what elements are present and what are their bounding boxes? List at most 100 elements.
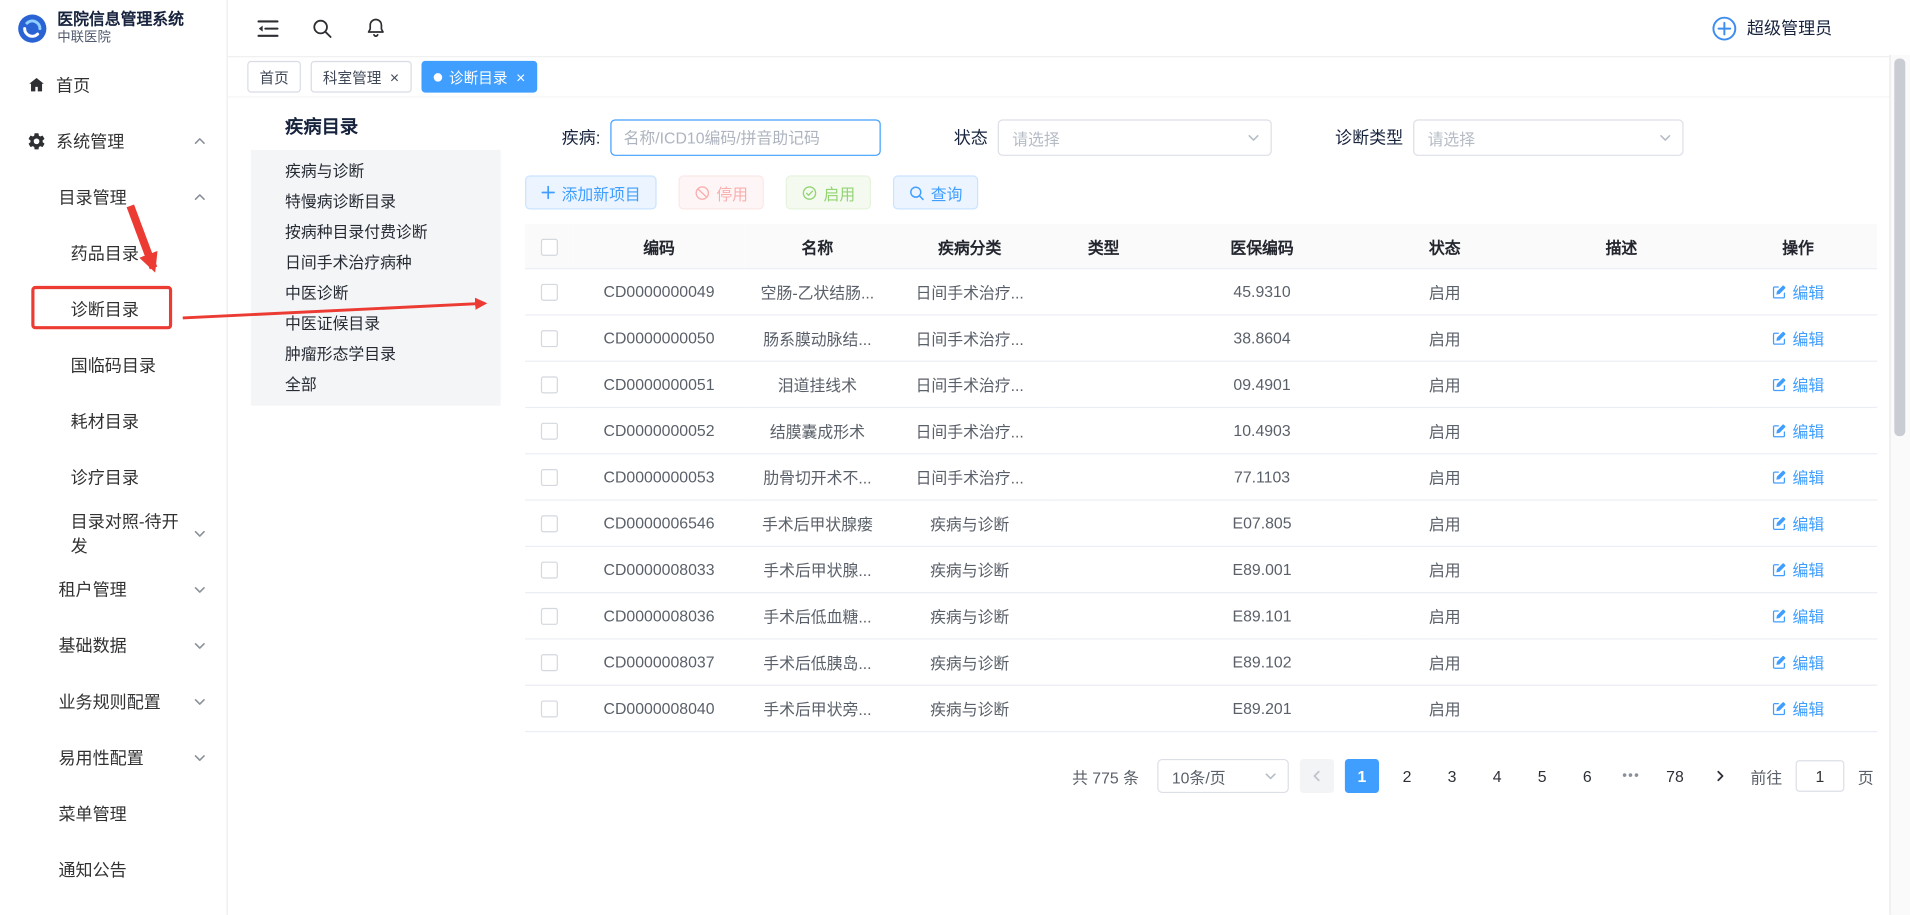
catalog-item[interactable]: 日间手术治疗病种: [251, 247, 501, 277]
next-page-button[interactable]: [1703, 759, 1737, 793]
status-cell: 启用: [1366, 500, 1524, 546]
edit-button[interactable]: 编辑: [1772, 280, 1824, 303]
edit-label: 编辑: [1793, 280, 1825, 303]
table-row: CD0000000053肋骨切开术不...日间手术治疗...77.1103启用编…: [525, 454, 1877, 500]
row-checkbox[interactable]: [541, 701, 558, 718]
edit-label: 编辑: [1793, 558, 1825, 581]
page-button[interactable]: 3: [1435, 759, 1469, 793]
sidebar-item-usability-config[interactable]: 易用性配置: [0, 730, 227, 786]
status-select[interactable]: 请选择: [998, 119, 1272, 156]
type-cell: [1049, 454, 1159, 500]
add-item-button[interactable]: 添加新项目: [525, 175, 657, 209]
row-checkbox[interactable]: [541, 469, 558, 486]
sidebar-item-tenant-management[interactable]: 租户管理: [0, 562, 227, 618]
disable-button[interactable]: 停用: [679, 175, 764, 209]
name-cell: 肠系膜动脉结...: [744, 315, 890, 361]
sidebar-item-home[interactable]: 首页: [0, 57, 227, 113]
sidebar-item-label: 目录管理: [58, 185, 126, 209]
edit-button[interactable]: 编辑: [1772, 373, 1824, 396]
description-cell: [1524, 315, 1719, 361]
table-row: CD0000008033手术后甲状腺...疾病与诊断E89.001启用编辑: [525, 546, 1877, 592]
sidebar-item-label: 国临码目录: [71, 353, 156, 377]
insurance-code-cell: E89.001: [1159, 546, 1366, 592]
row-checkbox[interactable]: [541, 377, 558, 394]
disease-search-input[interactable]: [610, 119, 880, 156]
page-button[interactable]: 4: [1480, 759, 1514, 793]
status-cell: 启用: [1366, 269, 1524, 315]
page-button[interactable]: 5: [1525, 759, 1559, 793]
diagnosis-type-select[interactable]: 请选择: [1413, 119, 1683, 156]
type-cell: [1049, 593, 1159, 639]
close-icon[interactable]: ×: [390, 69, 399, 85]
catalog-item[interactable]: 肿瘤形态学目录: [251, 339, 501, 369]
sidebar-item-menu-management[interactable]: 菜单管理: [0, 786, 227, 842]
sidebar-item-system-management[interactable]: 系统管理: [0, 113, 227, 169]
sidebar-item-diagnosis-catalog[interactable]: 诊断目录: [0, 281, 227, 337]
edit-button[interactable]: 编辑: [1772, 465, 1824, 488]
enable-button[interactable]: 启用: [786, 175, 871, 209]
bell-icon[interactable]: [365, 17, 386, 39]
row-checkbox[interactable]: [541, 562, 558, 579]
column-header: 编码: [574, 224, 745, 268]
edit-button[interactable]: 编辑: [1772, 604, 1824, 627]
sidebar-item-label: 菜单管理: [58, 802, 126, 826]
row-checkbox[interactable]: [541, 423, 558, 440]
edit-button[interactable]: 编辑: [1772, 326, 1824, 349]
code-cell: CD0000000049: [574, 269, 745, 315]
sidebar-item-drug-catalog[interactable]: 药品目录: [0, 225, 227, 281]
row-checkbox[interactable]: [541, 284, 558, 301]
more-pages-button[interactable]: •••: [1615, 769, 1647, 784]
query-button[interactable]: 查询: [893, 175, 978, 209]
catalog-item[interactable]: 特慢病诊断目录: [251, 186, 501, 216]
row-select-cell: [525, 407, 574, 453]
edit-button[interactable]: 编辑: [1772, 512, 1824, 535]
type-cell: [1049, 546, 1159, 592]
catalog-item[interactable]: 按病种目录付费诊断: [251, 217, 501, 247]
search-icon[interactable]: [312, 18, 333, 39]
row-checkbox[interactable]: [541, 655, 558, 672]
page-button[interactable]: 78: [1658, 759, 1692, 793]
sidebar-item-catalog-mapping[interactable]: 目录对照-待开发: [0, 506, 227, 562]
action-cell: 编辑: [1719, 407, 1877, 453]
scrollbar-track[interactable]: [1889, 55, 1910, 915]
tab-diagnosis-catalog[interactable]: 诊断目录×: [421, 61, 537, 93]
sidebar-item-business-rules[interactable]: 业务规则配置: [0, 674, 227, 730]
edit-button[interactable]: 编辑: [1772, 419, 1824, 442]
row-checkbox[interactable]: [541, 516, 558, 533]
sidebar-menu: 首页系统管理目录管理药品目录诊断目录国临码目录耗材目录诊疗目录目录对照-待开发租…: [0, 56, 227, 915]
tab-home[interactable]: 首页: [247, 61, 301, 93]
edit-button[interactable]: 编辑: [1772, 651, 1824, 674]
sidebar-item-base-data[interactable]: 基础数据: [0, 618, 227, 674]
catalog-item[interactable]: 中医诊断: [251, 278, 501, 308]
edit-label: 编辑: [1793, 373, 1825, 396]
close-icon[interactable]: ×: [516, 69, 525, 85]
collapse-menu-icon[interactable]: [257, 19, 279, 37]
scrollbar-thumb[interactable]: [1894, 58, 1905, 436]
sidebar-item-treatment-catalog[interactable]: 诊疗目录: [0, 450, 227, 506]
catalog-item[interactable]: 中医证候目录: [251, 308, 501, 338]
goto-page-input[interactable]: [1796, 760, 1845, 792]
catalog-item[interactable]: 疾病与诊断: [251, 156, 501, 186]
edit-button[interactable]: 编辑: [1772, 558, 1824, 581]
page-size-select[interactable]: 10条/页: [1157, 759, 1289, 793]
disease-filter-label: 疾病:: [562, 125, 601, 149]
workspace: 疾病: 状态 请选择 诊断类型 请选择: [525, 119, 1876, 793]
row-checkbox[interactable]: [541, 608, 558, 625]
select-all-checkbox[interactable]: [541, 239, 558, 256]
page-button[interactable]: 6: [1570, 759, 1604, 793]
category-cell: 疾病与诊断: [891, 500, 1049, 546]
edit-button[interactable]: 编辑: [1772, 697, 1824, 720]
prev-page-button[interactable]: [1300, 759, 1334, 793]
sidebar-item-notice[interactable]: 通知公告: [0, 842, 227, 898]
page-button[interactable]: 1: [1345, 759, 1379, 793]
user-menu[interactable]: 超级管理员: [1712, 15, 1833, 41]
tab-department-management[interactable]: 科室管理×: [311, 61, 412, 93]
catalog-item[interactable]: 全部: [251, 369, 501, 399]
page-button[interactable]: 2: [1390, 759, 1424, 793]
action-cell: 编辑: [1719, 593, 1877, 639]
row-checkbox[interactable]: [541, 330, 558, 347]
sidebar-item-national-code-catalog[interactable]: 国临码目录: [0, 337, 227, 393]
sidebar-item-catalog-management[interactable]: 目录管理: [0, 169, 227, 225]
sidebar-item-consumable-catalog[interactable]: 耗材目录: [0, 393, 227, 449]
type-cell: [1049, 269, 1159, 315]
